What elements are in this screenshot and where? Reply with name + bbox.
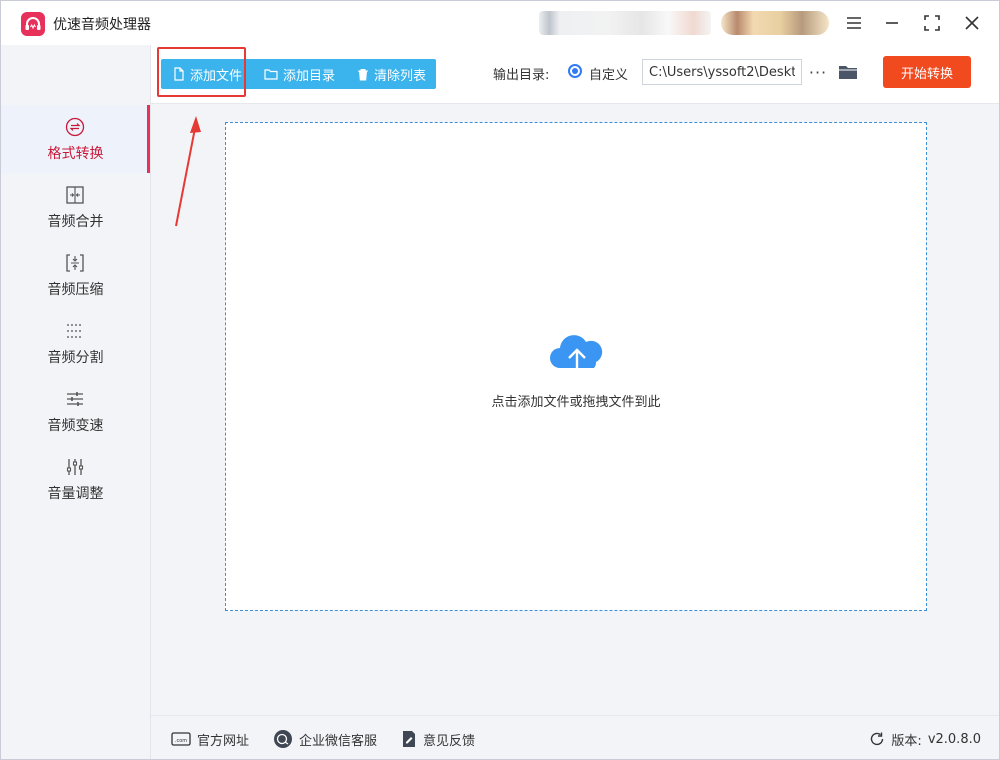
sidebar-item-audio-merge[interactable]: 音频合并 bbox=[1, 173, 150, 241]
sidebar-item-label: 音频合并 bbox=[47, 214, 104, 230]
format-convert-icon bbox=[65, 117, 85, 137]
close-icon[interactable] bbox=[957, 9, 987, 37]
speed-icon bbox=[67, 392, 83, 406]
version-label: 版本: bbox=[891, 733, 922, 749]
sidebar-item-audio-split[interactable]: 音频分割 bbox=[1, 309, 150, 377]
add-file-label: 添加文件 bbox=[190, 68, 243, 84]
sidebar-item-label: 音量调整 bbox=[47, 486, 104, 502]
sidebar-item-format-convert[interactable]: 格式转换 bbox=[1, 105, 150, 173]
add-directory-label: 添加目录 bbox=[283, 68, 336, 84]
wechat-support-label: 企业微信客服 bbox=[299, 733, 378, 749]
clear-list-button[interactable]: 清除列表 bbox=[345, 59, 436, 89]
folder-outline-icon bbox=[264, 69, 278, 80]
add-directory-button[interactable]: 添加目录 bbox=[252, 59, 345, 89]
output-directory-label: 输出目录: bbox=[493, 68, 550, 83]
app-window: 优速音频处理器 格式转换 音频合并 音频压缩 音频分割 音频变速 音量调整 添加… bbox=[0, 0, 1000, 760]
feedback-label: 意见反馈 bbox=[423, 733, 476, 749]
drop-hint-text: 点击添加文件或拖拽文件到此 bbox=[491, 395, 661, 410]
compress-icon bbox=[66, 254, 84, 272]
sidebar-item-label: 音频变速 bbox=[47, 418, 104, 434]
sidebar-item-label: 音频压缩 bbox=[47, 282, 104, 298]
start-convert-button[interactable]: 开始转换 bbox=[883, 56, 971, 88]
feedback-icon bbox=[403, 731, 415, 747]
split-icon bbox=[67, 324, 83, 338]
merge-icon bbox=[66, 186, 84, 204]
wechat-icon bbox=[274, 730, 292, 748]
sidebar-item-label: 格式转换 bbox=[47, 146, 104, 162]
blurred-account-info bbox=[539, 11, 711, 35]
svg-text:.com: .com bbox=[175, 738, 187, 744]
custom-output-radio[interactable] bbox=[568, 64, 582, 78]
clear-list-label: 清除列表 bbox=[374, 68, 427, 84]
more-options-button[interactable]: ··· bbox=[807, 61, 829, 83]
file-drop-zone[interactable]: 点击添加文件或拖拽文件到此 bbox=[225, 122, 927, 611]
annotation-arrow-icon bbox=[175, 116, 201, 227]
footer: .com 官方网址 企业微信客服 意见反馈 版本: v2.0.8.0 bbox=[151, 715, 999, 759]
open-folder-icon[interactable] bbox=[837, 61, 859, 83]
volume-icon bbox=[66, 459, 84, 475]
official-website-link[interactable]: .com 官方网址 bbox=[171, 728, 249, 750]
maximize-icon[interactable] bbox=[917, 9, 947, 37]
minimize-icon[interactable] bbox=[877, 9, 907, 37]
sidebar-item-audio-speed[interactable]: 音频变速 bbox=[1, 377, 150, 445]
file-icon bbox=[174, 67, 184, 81]
app-logo-icon bbox=[21, 12, 45, 36]
menu-icon[interactable] bbox=[839, 9, 869, 37]
output-path-input[interactable] bbox=[642, 59, 802, 85]
official-website-label: 官方网址 bbox=[197, 733, 250, 749]
trash-icon bbox=[358, 68, 369, 80]
version-info: 版本: v2.0.8.0 bbox=[869, 728, 981, 750]
title-bar: 优速音频处理器 bbox=[1, 1, 999, 45]
website-icon: .com bbox=[171, 732, 191, 746]
feedback-link[interactable]: 意见反馈 bbox=[401, 728, 475, 750]
refresh-icon[interactable] bbox=[869, 731, 885, 747]
sidebar: 格式转换 音频合并 音频压缩 音频分割 音频变速 音量调整 bbox=[1, 45, 151, 759]
version-number: v2.0.8.0 bbox=[927, 731, 981, 747]
custom-output-label[interactable]: 自定义 bbox=[589, 64, 628, 83]
sidebar-item-volume-adjust[interactable]: 音量调整 bbox=[1, 445, 150, 513]
file-action-group: 添加文件 添加目录 清除列表 bbox=[161, 59, 437, 89]
sidebar-item-audio-compress[interactable]: 音频压缩 bbox=[1, 241, 150, 309]
sidebar-item-label: 音频分割 bbox=[47, 350, 104, 366]
cloud-upload-icon bbox=[550, 335, 603, 384]
wechat-support-link[interactable]: 企业微信客服 bbox=[273, 728, 377, 750]
add-file-button[interactable]: 添加文件 bbox=[161, 59, 252, 89]
blurred-user-badge bbox=[721, 11, 829, 35]
app-title: 优速音频处理器 bbox=[53, 17, 151, 33]
